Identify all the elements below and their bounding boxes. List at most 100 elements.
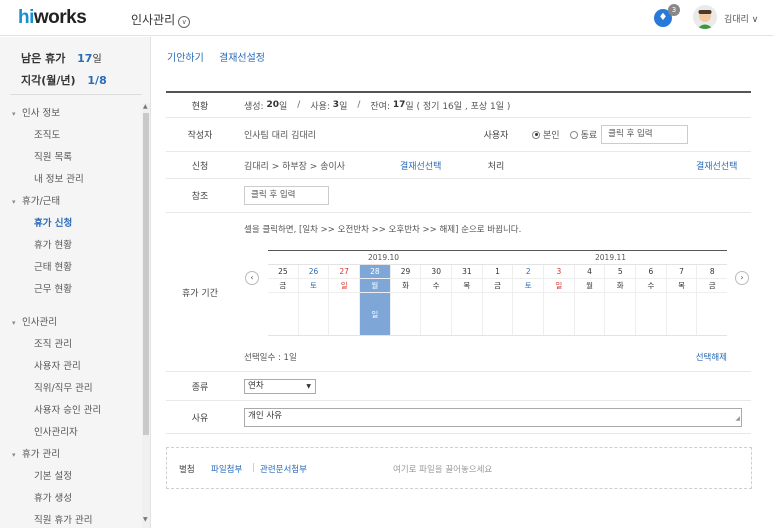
sidebar-group-leave-admin[interactable]: ▾ 휴가 관리 xyxy=(0,444,142,466)
remaining-leave-value[interactable]: 17일 xyxy=(77,52,102,65)
user-label: 사용자 xyxy=(483,131,509,141)
balance-detail: 일 ( 정기 16일 , 포상 1일 ) xyxy=(405,101,511,112)
calendar-weekday: 수 xyxy=(421,279,453,292)
sidebar-item-position-admin[interactable]: 직위/직무 관리 xyxy=(0,378,142,400)
calendar-cell[interactable] xyxy=(544,293,575,335)
late-count-value[interactable]: 1/8 xyxy=(87,74,106,87)
selected-days: 선택일수 : 1일 xyxy=(244,353,297,363)
sidebar-item-my-info[interactable]: 내 정보 관리 xyxy=(0,169,142,191)
calendar-day-number: 4 xyxy=(575,265,606,278)
calendar-months: 2019.10 2019.11 xyxy=(268,250,727,265)
app-switcher[interactable]: 인사관리 ∨ xyxy=(131,11,191,28)
sidebar-group-hr-info[interactable]: ▾ 인사 정보 xyxy=(0,103,142,125)
avatar-face-icon xyxy=(693,5,717,29)
radio-self[interactable] xyxy=(532,130,540,139)
calendar-cell[interactable] xyxy=(605,293,637,335)
calendar-cell[interactable] xyxy=(329,293,361,335)
chevron-down-icon: ∨ xyxy=(751,15,759,25)
late-count: 지각(월/년) 1/8 xyxy=(21,72,150,88)
calendar-weekday: 월 xyxy=(360,279,391,292)
calendar-weekday-row: 금토일월화수목금토일월화수목금 xyxy=(268,279,727,293)
username-menu[interactable]: 김대리 ∨ xyxy=(724,12,758,25)
calendar-cell[interactable] xyxy=(268,293,299,335)
sidebar-item-org-chart[interactable]: 조직도 xyxy=(0,125,142,147)
calendar-cell[interactable] xyxy=(513,293,545,335)
calendar-weekday: 일 xyxy=(329,279,361,292)
clear-selection-link[interactable]: 선택해제 xyxy=(696,351,727,363)
sidebar-item-work-status[interactable]: 근무 현황 xyxy=(0,279,142,301)
calendar-prev-icon[interactable]: ‹ xyxy=(245,271,259,285)
author-label: 작성자 xyxy=(187,131,213,141)
created-unit: 일 xyxy=(279,101,288,112)
apply-path: 김대리 > 하부장 > 송이사 xyxy=(244,161,346,172)
calendar-cell[interactable] xyxy=(636,293,667,335)
sidebar-item-leave-status[interactable]: 휴가 현황 xyxy=(0,235,142,257)
sidebar-divider xyxy=(10,94,142,95)
calendar-cell[interactable]: 일 xyxy=(360,293,391,335)
process-select-line-text: 결재선선택 xyxy=(696,161,738,172)
sidebar-group-leave-attendance[interactable]: ▾ 휴가/근태 xyxy=(0,191,142,213)
reason-row: 사유 개인 사유 ◢ xyxy=(166,401,751,434)
colleague-input[interactable]: 클릭 후 입력 xyxy=(601,125,689,144)
calendar-cell[interactable] xyxy=(421,293,453,335)
sidebar-item-leave-create[interactable]: 휴가 생성 xyxy=(0,488,142,510)
scroll-up-icon[interactable]: ▲ xyxy=(143,103,148,110)
calendar-cell[interactable] xyxy=(575,293,606,335)
reference-input[interactable]: 클릭 후 입력 xyxy=(244,186,329,205)
calendar-weekday: 목 xyxy=(452,279,483,292)
tab-draft[interactable]: 기안하기 xyxy=(167,53,204,64)
sidebar-item-attendance-status[interactable]: 근태 현황 xyxy=(0,257,142,279)
doc-attach-link[interactable]: 관련문서첨부 xyxy=(260,463,307,475)
status-content: 생성: 20 일 / 사용: 3일 / 잔여: 17 일 ( 정기 16일 , 포상… xyxy=(244,93,510,117)
radio-colleague-label: 동료 xyxy=(580,131,598,141)
radio-colleague[interactable] xyxy=(569,130,578,139)
sidebar-item-hr-manager[interactable]: 인사관리자 xyxy=(0,422,142,444)
calendar-weekday: 금 xyxy=(483,279,514,292)
calendar-day-number: 26 xyxy=(299,265,330,278)
month-nov: 2019.11 xyxy=(595,253,627,262)
leave-type-select[interactable]: 연차 ▼ xyxy=(244,378,316,394)
sidebar-scrollbar[interactable]: ▲ ▼ xyxy=(142,103,150,528)
status-row: 현황 생성: 20 일 / 사용: 3일 / 잔여: 17 일 ( 정기 16일 ,… xyxy=(166,91,751,118)
reason-textarea[interactable]: 개인 사유 ◢ xyxy=(244,407,742,427)
calendar-cell[interactable] xyxy=(299,293,330,335)
tab-approval-line-settings[interactable]: 결재선설정 xyxy=(219,53,265,64)
calendar-cell[interactable] xyxy=(452,293,483,335)
sidebar-group-hr-admin[interactable]: ▾ 인사관리 xyxy=(0,312,142,334)
apply-select-line-link[interactable]: 결재선선택 xyxy=(400,152,441,178)
sidebar-item-user-admin[interactable]: 사용자 관리 xyxy=(0,356,142,378)
process-select-line-link[interactable]: 결재선선택 xyxy=(696,152,737,178)
calendar-next-icon[interactable]: › xyxy=(735,271,749,285)
calendar-cell[interactable] xyxy=(667,293,698,335)
scroll-thumb[interactable] xyxy=(143,113,149,435)
sidebar-item-basic-settings[interactable]: 기본 설정 xyxy=(0,466,142,488)
calendar-cell[interactable] xyxy=(697,293,727,335)
hiworks-logo[interactable]: hiworks xyxy=(18,7,87,29)
reference-row: 참조 클릭 후 입력 xyxy=(166,179,751,213)
sidebar-item-org-admin[interactable]: 조직 관리 xyxy=(0,334,142,356)
sidebar-item-employee-leave-admin[interactable]: 직원 휴가 관리 xyxy=(0,510,142,528)
calendar-instruction: 셀을 클릭하면, [일차 >> 오전반차 >> 오후반차 >> 해제] 순으로 … xyxy=(244,225,522,235)
caret-down-icon: ▾ xyxy=(12,319,16,327)
calendar-weekday: 토 xyxy=(299,279,330,292)
avatar[interactable] xyxy=(693,5,717,29)
chevron-down-icon[interactable]: ∨ xyxy=(178,16,191,28)
sidebar-item-leave-request[interactable]: 휴가 신청 xyxy=(0,213,142,235)
resize-grip-icon[interactable]: ◢ xyxy=(735,411,740,426)
calendar-cell[interactable] xyxy=(483,293,514,335)
scroll-down-icon[interactable]: ▼ xyxy=(143,516,148,523)
calendar-weekday: 목 xyxy=(667,279,698,292)
attachment-dropzone[interactable]: 별첨 파일첨부 | 관련문서첨부 여기로 파일을 끌어놓으세요 xyxy=(166,447,752,489)
calendar-day-number: 30 xyxy=(421,265,453,278)
sidebar-item-user-approval[interactable]: 사용자 승인 관리 xyxy=(0,400,142,422)
remaining-leave-number: 17 xyxy=(77,52,93,65)
sidebar-item-employee-list[interactable]: 직원 목록 xyxy=(0,147,142,169)
caret-down-icon: ▼ xyxy=(306,382,311,390)
remaining-leave-label: 남은 휴가 xyxy=(21,52,66,65)
reference-content: 클릭 후 입력 xyxy=(244,179,329,212)
status-label: 현황 xyxy=(191,101,209,112)
type-label: 종류 xyxy=(191,382,209,393)
calendar-cell[interactable] xyxy=(391,293,422,335)
file-attach-link[interactable]: 파일첨부 xyxy=(211,463,242,475)
created-value: 20 xyxy=(266,100,279,110)
